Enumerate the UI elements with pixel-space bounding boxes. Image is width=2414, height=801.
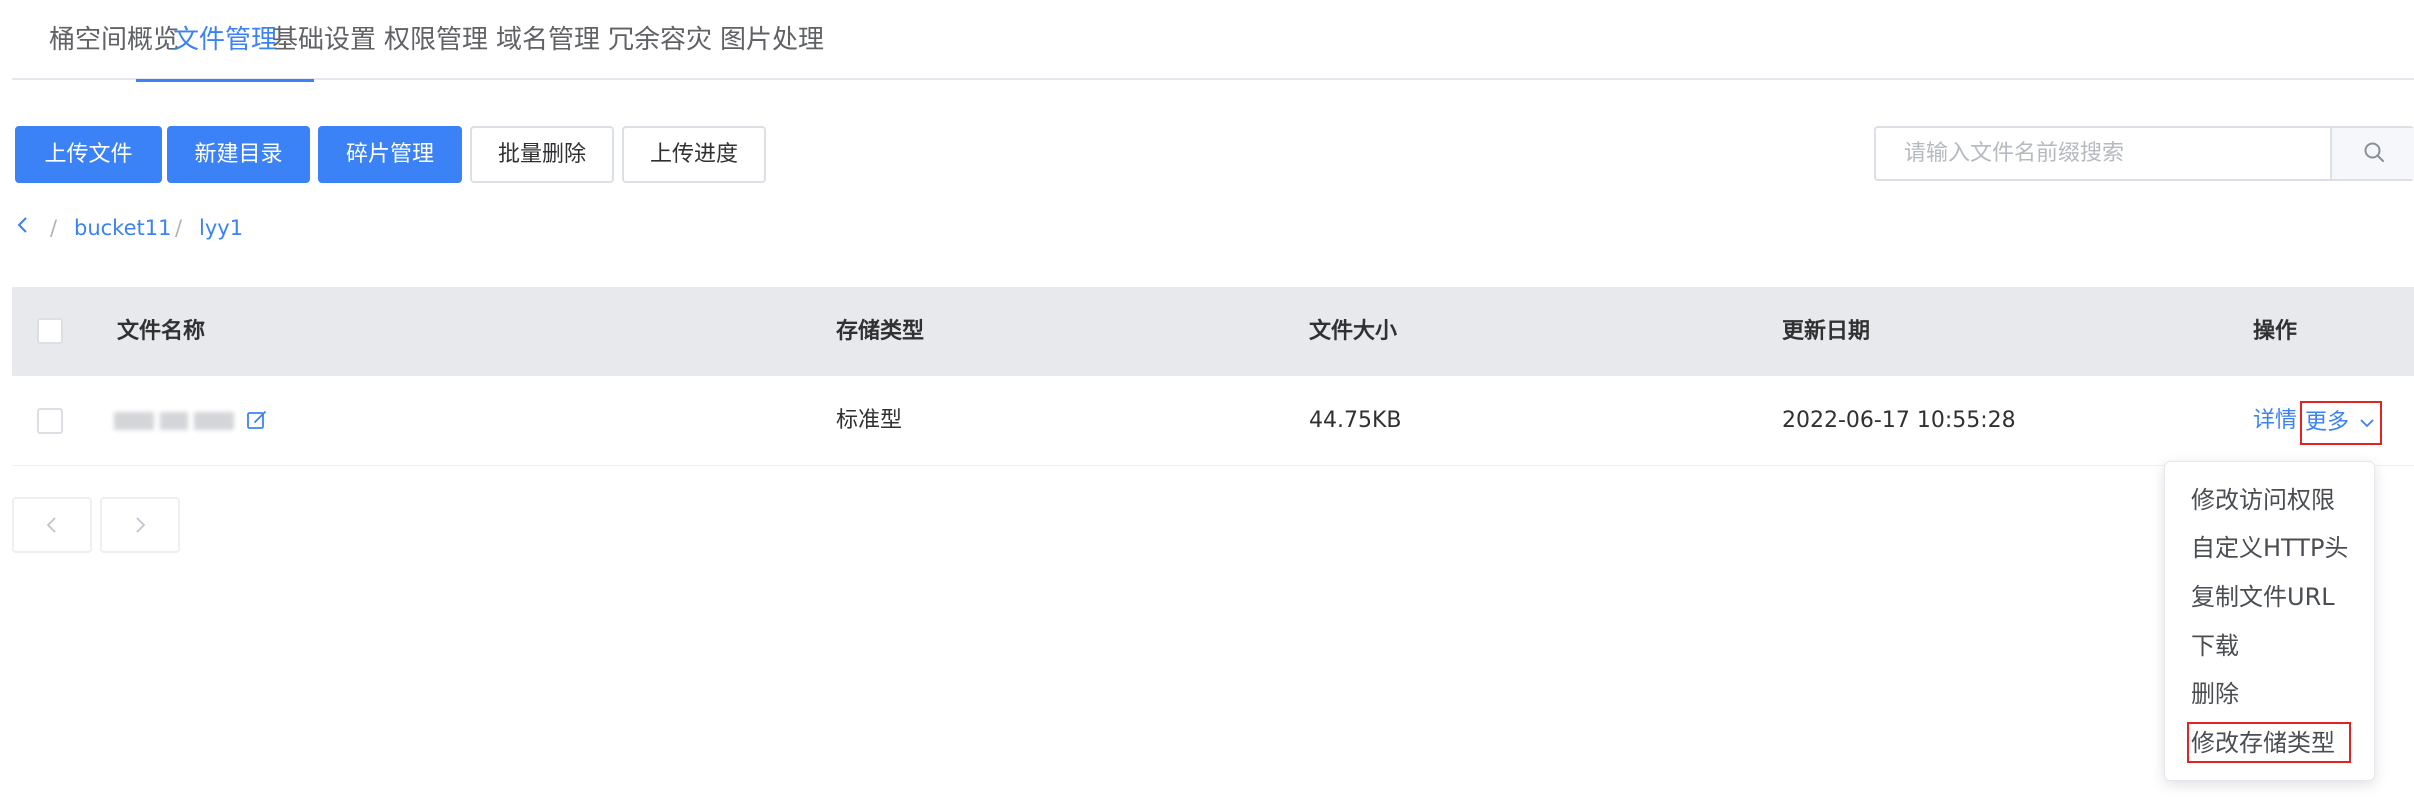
updated-date-value: 2022-06-17 10:55:28 — [1782, 408, 2016, 433]
chevron-left-icon — [17, 217, 27, 233]
upload-file-button[interactable]: 上传文件 — [15, 126, 162, 183]
column-header-size: 文件大小 — [1309, 319, 1398, 344]
select-all-checkbox[interactable] — [37, 318, 63, 344]
breadcrumb-item-bucket[interactable]: bucket11 — [74, 213, 171, 243]
next-page-button[interactable] — [100, 497, 180, 553]
chevron-down-icon — [2358, 414, 2376, 436]
prev-page-button[interactable] — [12, 497, 92, 553]
tab-image-processing[interactable]: 图片处理 — [683, 0, 861, 80]
highlight-box — [2187, 722, 2351, 763]
file-size-value: 44.75KB — [1309, 408, 1402, 433]
more-dropdown-trigger[interactable]: 更多 — [2300, 401, 2382, 445]
chevron-right-icon — [136, 517, 146, 533]
menu-item-download[interactable]: 下载 — [2191, 626, 2239, 666]
breadcrumb-item-folder[interactable]: lyy1 — [199, 213, 243, 243]
column-header-updated: 更新日期 — [1782, 319, 1871, 344]
search-input[interactable] — [1876, 128, 2330, 179]
storage-type-value: 标准型 — [836, 408, 903, 433]
column-header-actions: 操作 — [2253, 319, 2298, 344]
menu-item-delete[interactable]: 删除 — [2191, 674, 2239, 714]
detail-link[interactable]: 详情 — [2253, 376, 2297, 466]
search-button[interactable] — [2330, 128, 2414, 179]
breadcrumb-separator: / — [175, 216, 183, 240]
column-header-name: 文件名称 — [117, 319, 206, 344]
menu-item-copy-file-url[interactable]: 复制文件URL — [2191, 577, 2335, 617]
menu-item-modify-access-permission[interactable]: 修改访问权限 — [2191, 480, 2335, 520]
batch-delete-button[interactable]: 批量删除 — [470, 126, 614, 183]
new-folder-button[interactable]: 新建目录 — [167, 126, 310, 183]
row-checkbox[interactable] — [37, 408, 63, 434]
search-box — [1874, 126, 2414, 181]
file-name-redacted[interactable] — [114, 409, 234, 433]
fragment-management-button[interactable]: 碎片管理 — [318, 126, 462, 183]
search-icon — [2362, 140, 2386, 168]
tab-bar: 桶空间概览 文件管理 基础设置 权限管理 域名管理 冗余容灾 图片处理 — [12, 0, 2414, 82]
table-header — [12, 287, 2414, 376]
table-row — [12, 376, 2414, 466]
breadcrumb-separator: / — [50, 216, 58, 240]
column-header-storage-type: 存储类型 — [836, 319, 925, 344]
upload-progress-button[interactable]: 上传进度 — [622, 126, 766, 183]
edit-icon[interactable] — [246, 409, 268, 431]
chevron-left-icon — [46, 517, 56, 533]
more-label: 更多 — [2305, 410, 2350, 435]
menu-item-custom-http-headers[interactable]: 自定义HTTP头 — [2191, 528, 2348, 568]
back-button[interactable] — [14, 214, 32, 244]
breadcrumb — [14, 213, 32, 243]
